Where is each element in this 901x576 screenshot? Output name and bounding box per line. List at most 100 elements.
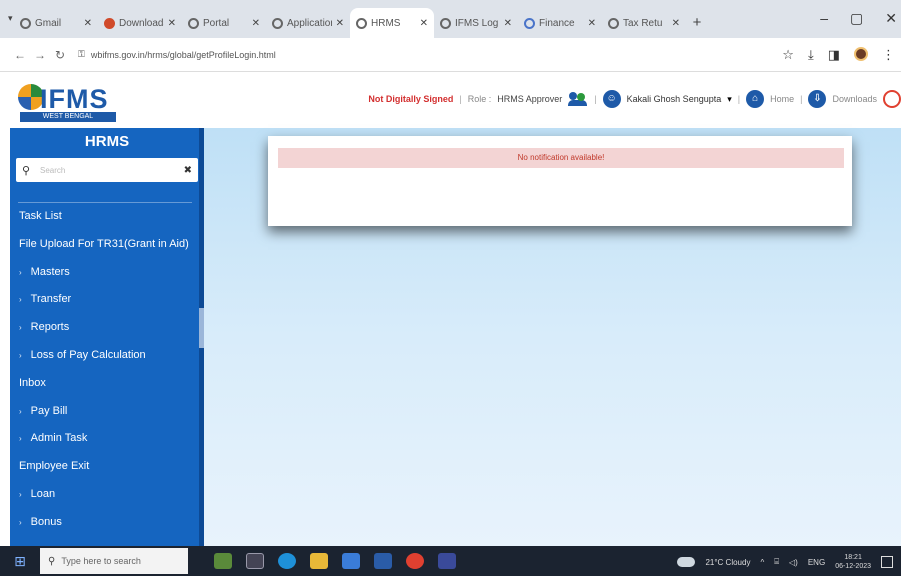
logo-subtext: WEST BENGAL	[20, 112, 116, 122]
file-explorer-icon[interactable]	[310, 553, 328, 569]
tab-close-icon[interactable]: ✕	[504, 18, 512, 29]
sidebar-item-pay-bill[interactable]: › Pay Bill	[10, 398, 200, 426]
forward-arrow-icon[interactable]: →	[30, 48, 50, 62]
sidebar-title: HRMS	[84, 133, 130, 150]
sidebar-menu: Task List File Upload For TR31(Grant in …	[10, 202, 200, 537]
notification-center-icon[interactable]	[881, 556, 893, 568]
clear-search-icon[interactable]: ✖	[184, 165, 192, 176]
language-indicator[interactable]: ENG	[808, 558, 825, 567]
sidebar-item-reports[interactable]: › Reports	[10, 314, 200, 342]
task-view-icon[interactable]	[246, 553, 264, 569]
tray-chevron-up-icon[interactable]: ^	[760, 558, 764, 567]
store-icon[interactable]	[342, 553, 360, 569]
tab-favicon-icon	[272, 17, 283, 29]
browser-tab[interactable]: Application ✕	[266, 8, 350, 38]
back-arrow-icon[interactable]: ←	[10, 48, 30, 62]
chevron-right-icon: ›	[19, 323, 22, 333]
chevron-down-icon[interactable]: ▾	[727, 94, 732, 105]
sidebar-item-task-list[interactable]: Task List	[10, 203, 200, 231]
tab-close-icon[interactable]: ✕	[336, 18, 344, 29]
new-tab-button[interactable]: +	[686, 8, 708, 38]
role-value: HRMS Approver	[497, 94, 563, 104]
ifms-logo[interactable]: IFMS WEST BENGAL	[18, 80, 118, 124]
browser-tab[interactable]: Tax Retu ✕	[602, 8, 686, 38]
app-header: IFMS WEST BENGAL Not Digitally Signed | …	[0, 72, 901, 128]
tab-close-icon[interactable]: ✕	[588, 18, 596, 29]
tab-close-icon[interactable]: ✕	[252, 18, 260, 29]
download-icon[interactable]: ⤓	[808, 47, 814, 63]
logout-power-icon[interactable]	[883, 90, 901, 108]
search-icon: ⚲	[48, 555, 56, 567]
browser-tab-active[interactable]: HRMS ✕	[350, 8, 434, 38]
sidebar: HRMS ⚲ Search ✖ Task List File Upload Fo…	[10, 128, 204, 546]
bookmark-star-icon[interactable]: ☆	[782, 47, 794, 63]
download-icon[interactable]: ⇩	[808, 90, 827, 108]
tab-title: Finance	[539, 17, 575, 29]
site-info-icon[interactable]: ⚿	[78, 49, 85, 60]
tab-close-icon[interactable]: ✕	[672, 18, 680, 29]
clock[interactable]: 18:21 06-12-2023	[835, 553, 871, 571]
chevron-right-icon: ›	[19, 489, 22, 499]
browser-tab[interactable]: Gmail ✕	[14, 8, 98, 38]
mail-icon[interactable]	[374, 553, 392, 569]
sidepanel-icon[interactable]: ◨	[828, 47, 840, 63]
user-name-dropdown[interactable]: Kakali Ghosh Sengupta	[627, 94, 722, 104]
chrome-icon[interactable]	[406, 553, 424, 569]
tab-search-icon[interactable]: ▾	[8, 13, 13, 24]
switch-role-icon[interactable]	[568, 91, 588, 107]
calculator-icon[interactable]	[438, 553, 456, 569]
sidebar-item-employee-exit[interactable]: Employee Exit	[10, 453, 200, 481]
windows-start-icon[interactable]: ⊞	[0, 553, 40, 570]
menu-dots-icon[interactable]: ⋮	[882, 47, 895, 63]
browser-tab[interactable]: Finance ✕	[518, 8, 602, 38]
profile-avatar[interactable]	[854, 47, 868, 61]
maximize-button[interactable]: ▢	[850, 10, 863, 27]
sidebar-item-loss-of-pay[interactable]: › Loss of Pay Calculation	[10, 342, 200, 370]
search-input[interactable]: Search	[36, 166, 184, 175]
network-icon[interactable]: ⌸	[774, 557, 779, 567]
chevron-right-icon: ›	[19, 517, 22, 527]
logo-text: IFMS	[40, 84, 109, 114]
sidebar-item-label: Masters	[30, 265, 70, 278]
sidebar-item-masters[interactable]: › Masters	[10, 259, 200, 287]
weather-text[interactable]: 21°C Cloudy	[705, 558, 750, 567]
system-tray: 21°C Cloudy ^ ⌸ ◁) ENG 18:21 06-12-2023	[677, 553, 893, 571]
tab-close-icon[interactable]: ✕	[84, 18, 92, 29]
sidebar-item-inbox[interactable]: Inbox	[10, 370, 200, 398]
tab-close-icon[interactable]: ✕	[420, 18, 428, 29]
tab-favicon-icon	[440, 17, 451, 29]
sidebar-item-loan[interactable]: › Loan	[10, 481, 200, 509]
browser-tab[interactable]: Downloads ✕	[98, 8, 182, 38]
browser-tab[interactable]: Portal ✕	[182, 8, 266, 38]
sidebar-item-transfer[interactable]: › Transfer	[10, 286, 200, 314]
volume-icon[interactable]: ◁)	[789, 558, 798, 567]
taskbar-search[interactable]: ⚲ Type here to search	[40, 548, 188, 574]
reload-icon[interactable]: ↻	[50, 48, 70, 62]
browser-tab[interactable]: IFMS Log ✕	[434, 8, 518, 38]
sidebar-item-file-upload-tr31[interactable]: File Upload For TR31(Grant in Aid)	[10, 231, 200, 259]
edge-icon[interactable]	[278, 553, 296, 569]
separator: |	[594, 94, 597, 104]
tab-title: Downloads	[119, 17, 164, 29]
sidebar-item-label: Loss of Pay Calculation	[30, 348, 146, 361]
sidebar-search[interactable]: ⚲ Search ✖	[16, 158, 198, 182]
sidebar-item-label: Bonus	[30, 515, 62, 528]
chevron-right-icon: ›	[19, 434, 22, 444]
home-icon[interactable]: ⌂	[746, 90, 765, 108]
sidebar-item-admin-task[interactable]: › Admin Task	[10, 425, 200, 453]
sidebar-item-label: Inbox	[19, 376, 46, 389]
sidebar-item-label: File Upload For TR31(Grant in Aid)	[19, 237, 189, 250]
taskbar-search-input[interactable]: Type here to search	[61, 556, 141, 566]
url-field[interactable]: ⚿ wbifms.gov.in/hrms/global/getProfileLo…	[78, 49, 276, 60]
chevron-right-icon: ›	[19, 350, 22, 360]
chevron-right-icon: ›	[19, 267, 22, 277]
downloads-link[interactable]: Downloads	[832, 94, 877, 104]
sidebar-item-bonus[interactable]: › Bonus	[10, 509, 200, 537]
home-link[interactable]: Home	[770, 94, 794, 104]
minimize-button[interactable]: –	[820, 10, 828, 27]
separator: |	[737, 94, 741, 104]
role-label: Role :	[467, 94, 492, 104]
tab-close-icon[interactable]: ✕	[168, 18, 176, 29]
close-window-button[interactable]: ✕	[885, 10, 897, 27]
separator: |	[459, 94, 462, 104]
